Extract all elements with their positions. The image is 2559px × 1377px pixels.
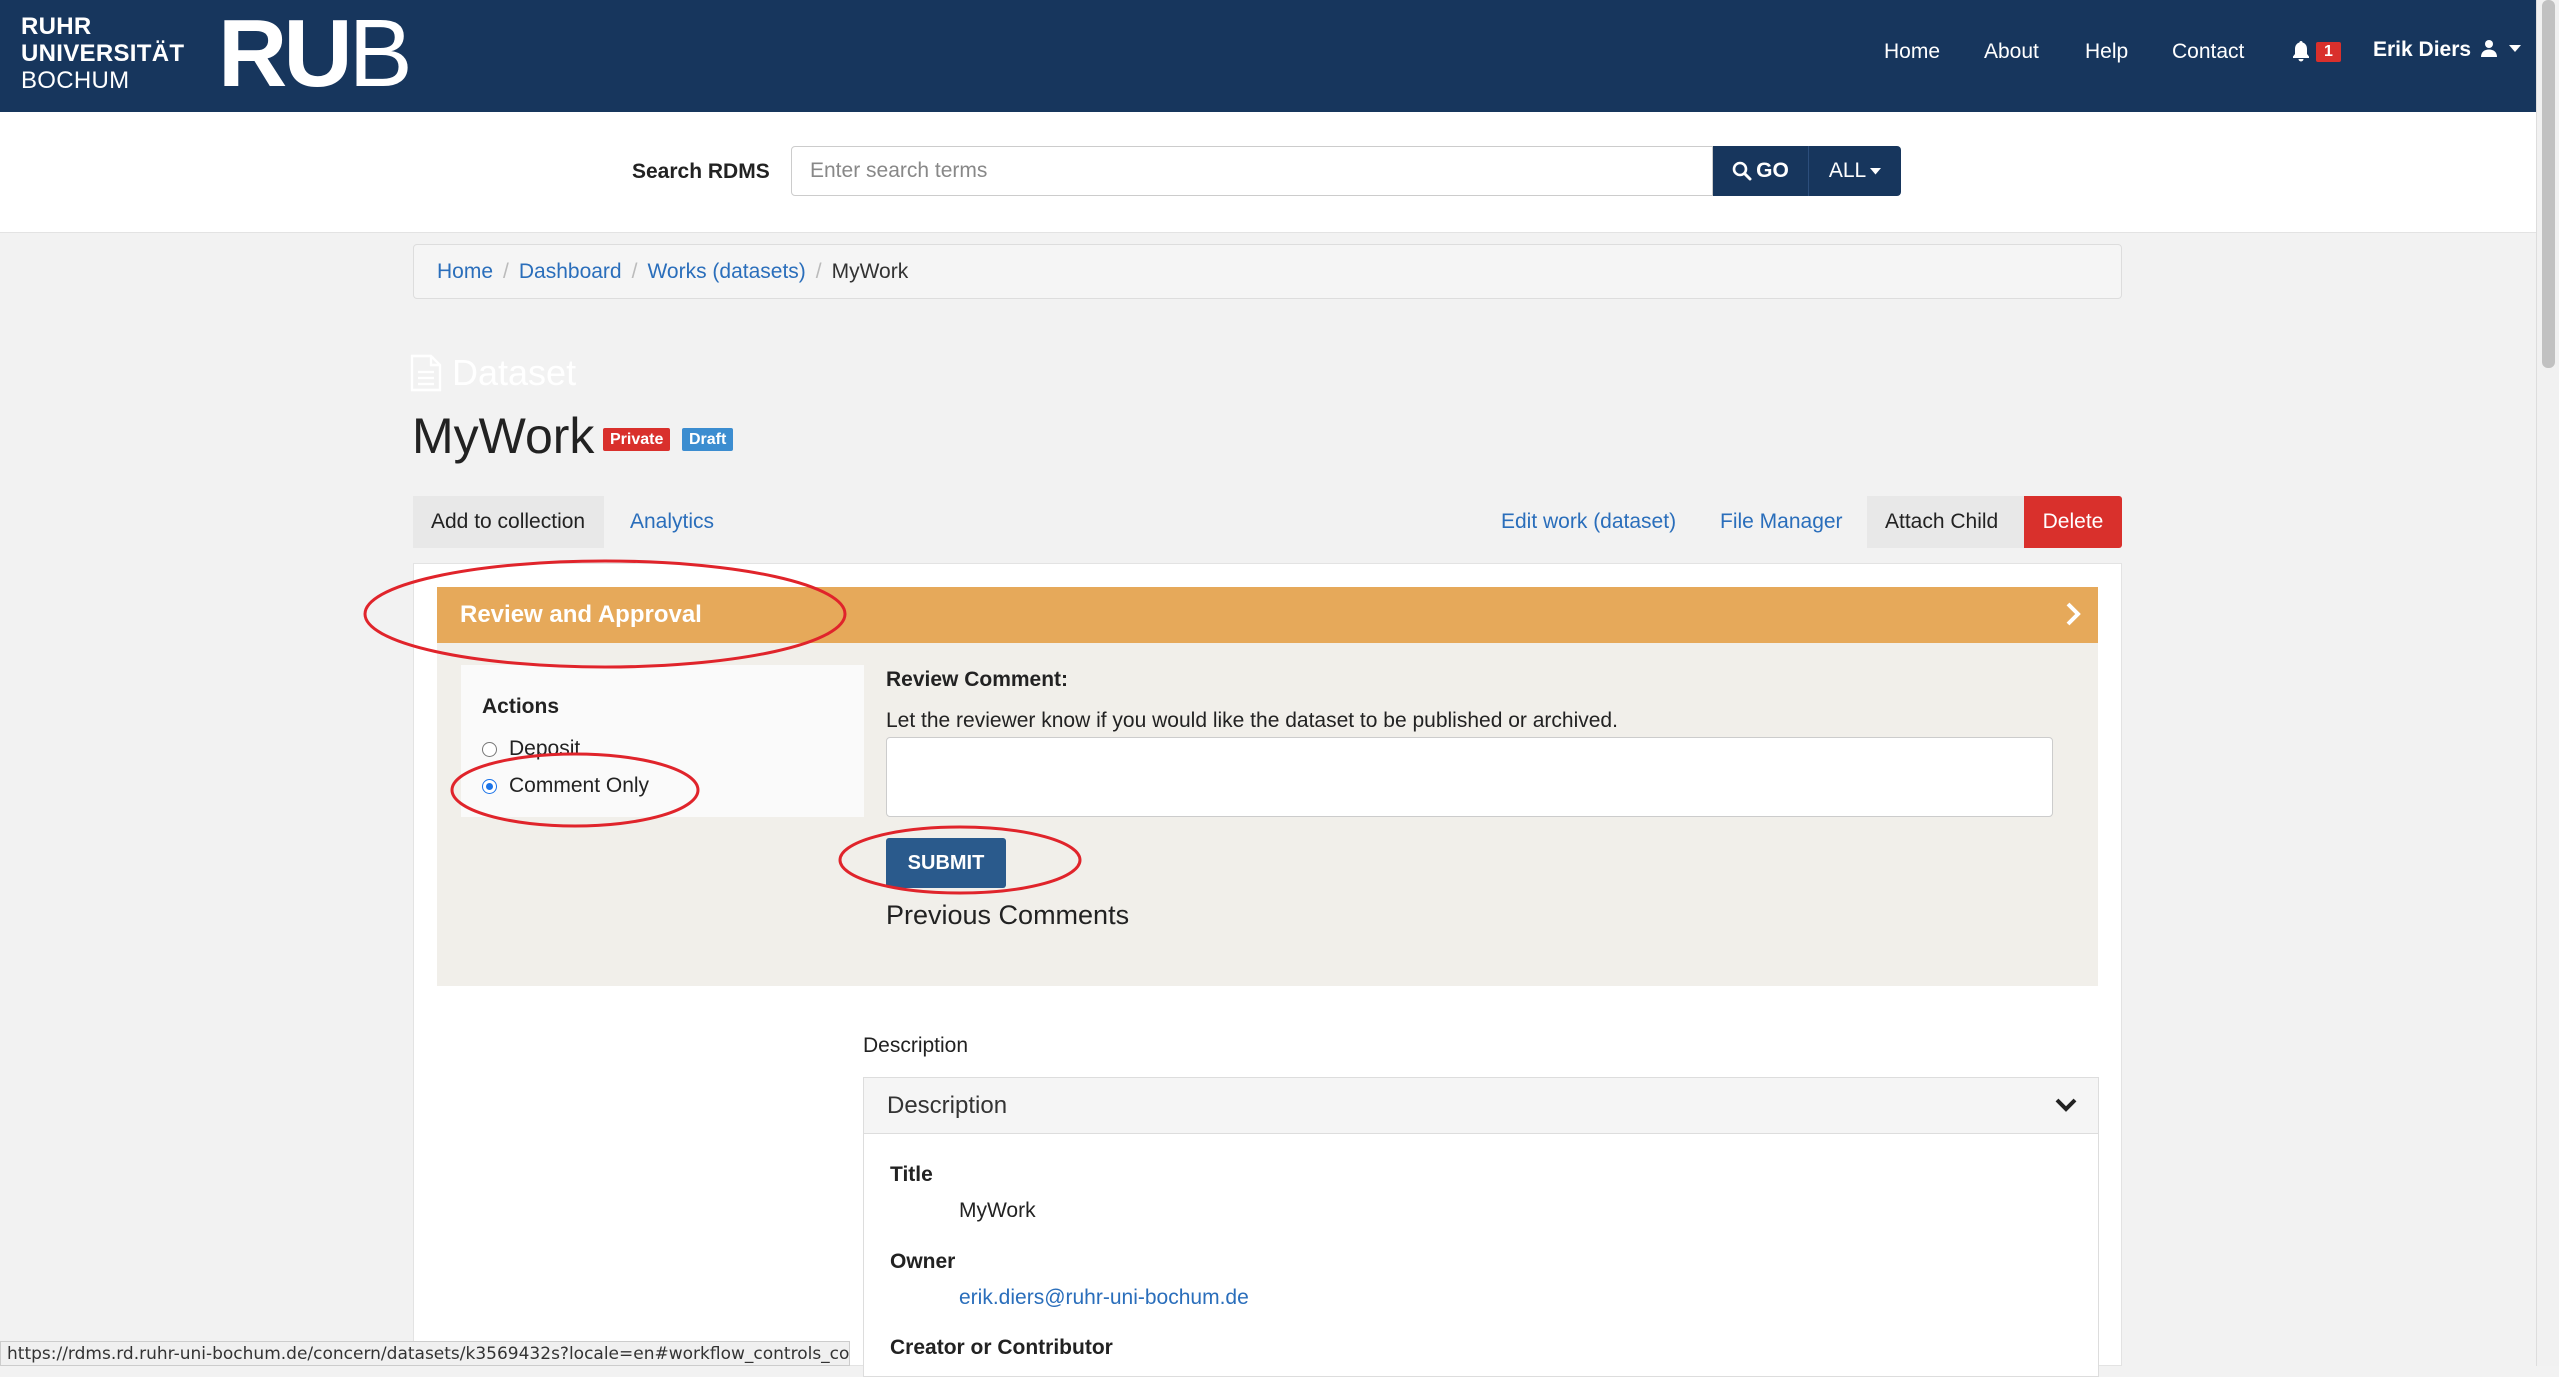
radio-comment-only-input[interactable] xyxy=(482,778,497,794)
analytics-link[interactable]: Analytics xyxy=(612,496,732,548)
breadcrumb-works[interactable]: Works (datasets) xyxy=(647,260,805,284)
radio-deposit-input[interactable] xyxy=(482,741,497,757)
breadcrumb-current: MyWork xyxy=(831,259,909,283)
submit-button[interactable]: SUBMIT xyxy=(886,838,1006,888)
file-manager-link[interactable]: File Manager xyxy=(1702,496,1861,548)
nav-help[interactable]: Help xyxy=(2085,40,2128,64)
top-navbar: RUHR UNIVERSITÄT BOCHUM RUB Home About H… xyxy=(0,0,2536,112)
uni-line-3: BOCHUM xyxy=(21,67,130,94)
search-label: Search RDMS xyxy=(632,160,770,183)
user-icon xyxy=(2480,40,2497,57)
uni-line-2: UNIVERSITÄT xyxy=(21,40,185,67)
scope-label: ALL xyxy=(1828,159,1867,182)
review-approval-title: Review and Approval xyxy=(460,601,702,628)
nav-about[interactable]: About xyxy=(1984,40,2039,64)
radio-comment-only[interactable]: Comment Only xyxy=(482,774,649,798)
breadcrumb-dashboard[interactable]: Dashboard xyxy=(519,260,622,284)
description-panel-header[interactable]: Description xyxy=(864,1078,2098,1134)
breadcrumb-separator: / xyxy=(815,259,822,283)
radio-deposit[interactable]: Deposit xyxy=(482,737,580,761)
field-value-owner[interactable]: erik.diers@ruhr-uni-bochum.de xyxy=(959,1286,1249,1310)
review-comment-help: Let the reviewer know if you would like … xyxy=(886,709,1618,732)
review-approval-header[interactable]: Review and Approval xyxy=(437,587,2098,643)
edit-work-link[interactable]: Edit work (dataset) xyxy=(1483,496,1694,548)
nav-contact[interactable]: Contact xyxy=(2172,40,2244,64)
field-label-title: Title xyxy=(890,1163,933,1186)
work-title: MyWork xyxy=(412,408,595,464)
logo-ru: RU xyxy=(218,0,353,107)
rub-logo[interactable]: RUB xyxy=(218,4,413,104)
radio-comment-only-label: Comment Only xyxy=(509,774,650,797)
field-label-creator: Creator or Contributor xyxy=(890,1336,1113,1359)
user-menu[interactable]: Erik Diers xyxy=(2373,38,2521,62)
university-wordmark[interactable]: RUHR UNIVERSITÄT BOCHUM xyxy=(21,13,184,94)
add-to-collection-button[interactable]: Add to collection xyxy=(413,496,604,548)
attach-child-button[interactable]: Attach Child xyxy=(1867,496,2024,548)
nav-home[interactable]: Home xyxy=(1884,40,1940,64)
scrollbar-thumb[interactable] xyxy=(2542,0,2555,368)
search-scope-dropdown[interactable]: ALL xyxy=(1809,146,1901,196)
caret-down-icon xyxy=(2508,45,2521,52)
review-comment-label: Review Comment: xyxy=(886,668,1069,691)
radio-deposit-label: Deposit xyxy=(509,737,581,760)
chevron-right-icon xyxy=(2066,602,2081,626)
breadcrumb: Home / Dashboard / Works (datasets) / My… xyxy=(413,244,2122,299)
review-comment-textarea[interactable] xyxy=(886,737,2053,817)
search-go-button[interactable]: GO xyxy=(1713,146,1809,196)
field-label-owner: Owner xyxy=(890,1250,956,1273)
field-value-title: MyWork xyxy=(959,1199,1036,1222)
browser-status-bar: https://rdms.rd.ruhr-uni-bochum.de/conce… xyxy=(0,1341,850,1366)
description-panel-title: Description xyxy=(887,1091,1008,1119)
go-label: GO xyxy=(1756,159,1789,182)
search-icon xyxy=(1732,161,1752,181)
page-scrollbar[interactable] xyxy=(2536,0,2559,1366)
notification-count-badge[interactable]: 1 xyxy=(2316,42,2341,62)
chevron-down-icon xyxy=(2055,1098,2077,1112)
private-badge: Private xyxy=(603,428,671,451)
breadcrumb-separator: / xyxy=(503,259,509,283)
draft-badge: Draft xyxy=(682,428,734,451)
file-icon xyxy=(410,354,442,392)
bell-icon[interactable] xyxy=(2291,40,2311,67)
breadcrumb-separator: / xyxy=(631,259,638,283)
logo-b: B xyxy=(348,0,413,107)
actions-label: Actions xyxy=(482,695,560,718)
caret-down-icon xyxy=(1870,167,1882,174)
search-input[interactable] xyxy=(791,146,1713,196)
uni-line-1: RUHR xyxy=(21,13,92,40)
delete-button[interactable]: Delete xyxy=(2024,496,2122,548)
breadcrumb-home[interactable]: Home xyxy=(437,260,493,284)
previous-comments-heading: Previous Comments xyxy=(886,900,1130,930)
user-name: Erik Diers xyxy=(2373,38,2472,61)
work-type-heading: Dataset xyxy=(410,352,576,394)
description-section-label: Description xyxy=(863,1034,969,1057)
work-type-label: Dataset xyxy=(452,352,577,393)
